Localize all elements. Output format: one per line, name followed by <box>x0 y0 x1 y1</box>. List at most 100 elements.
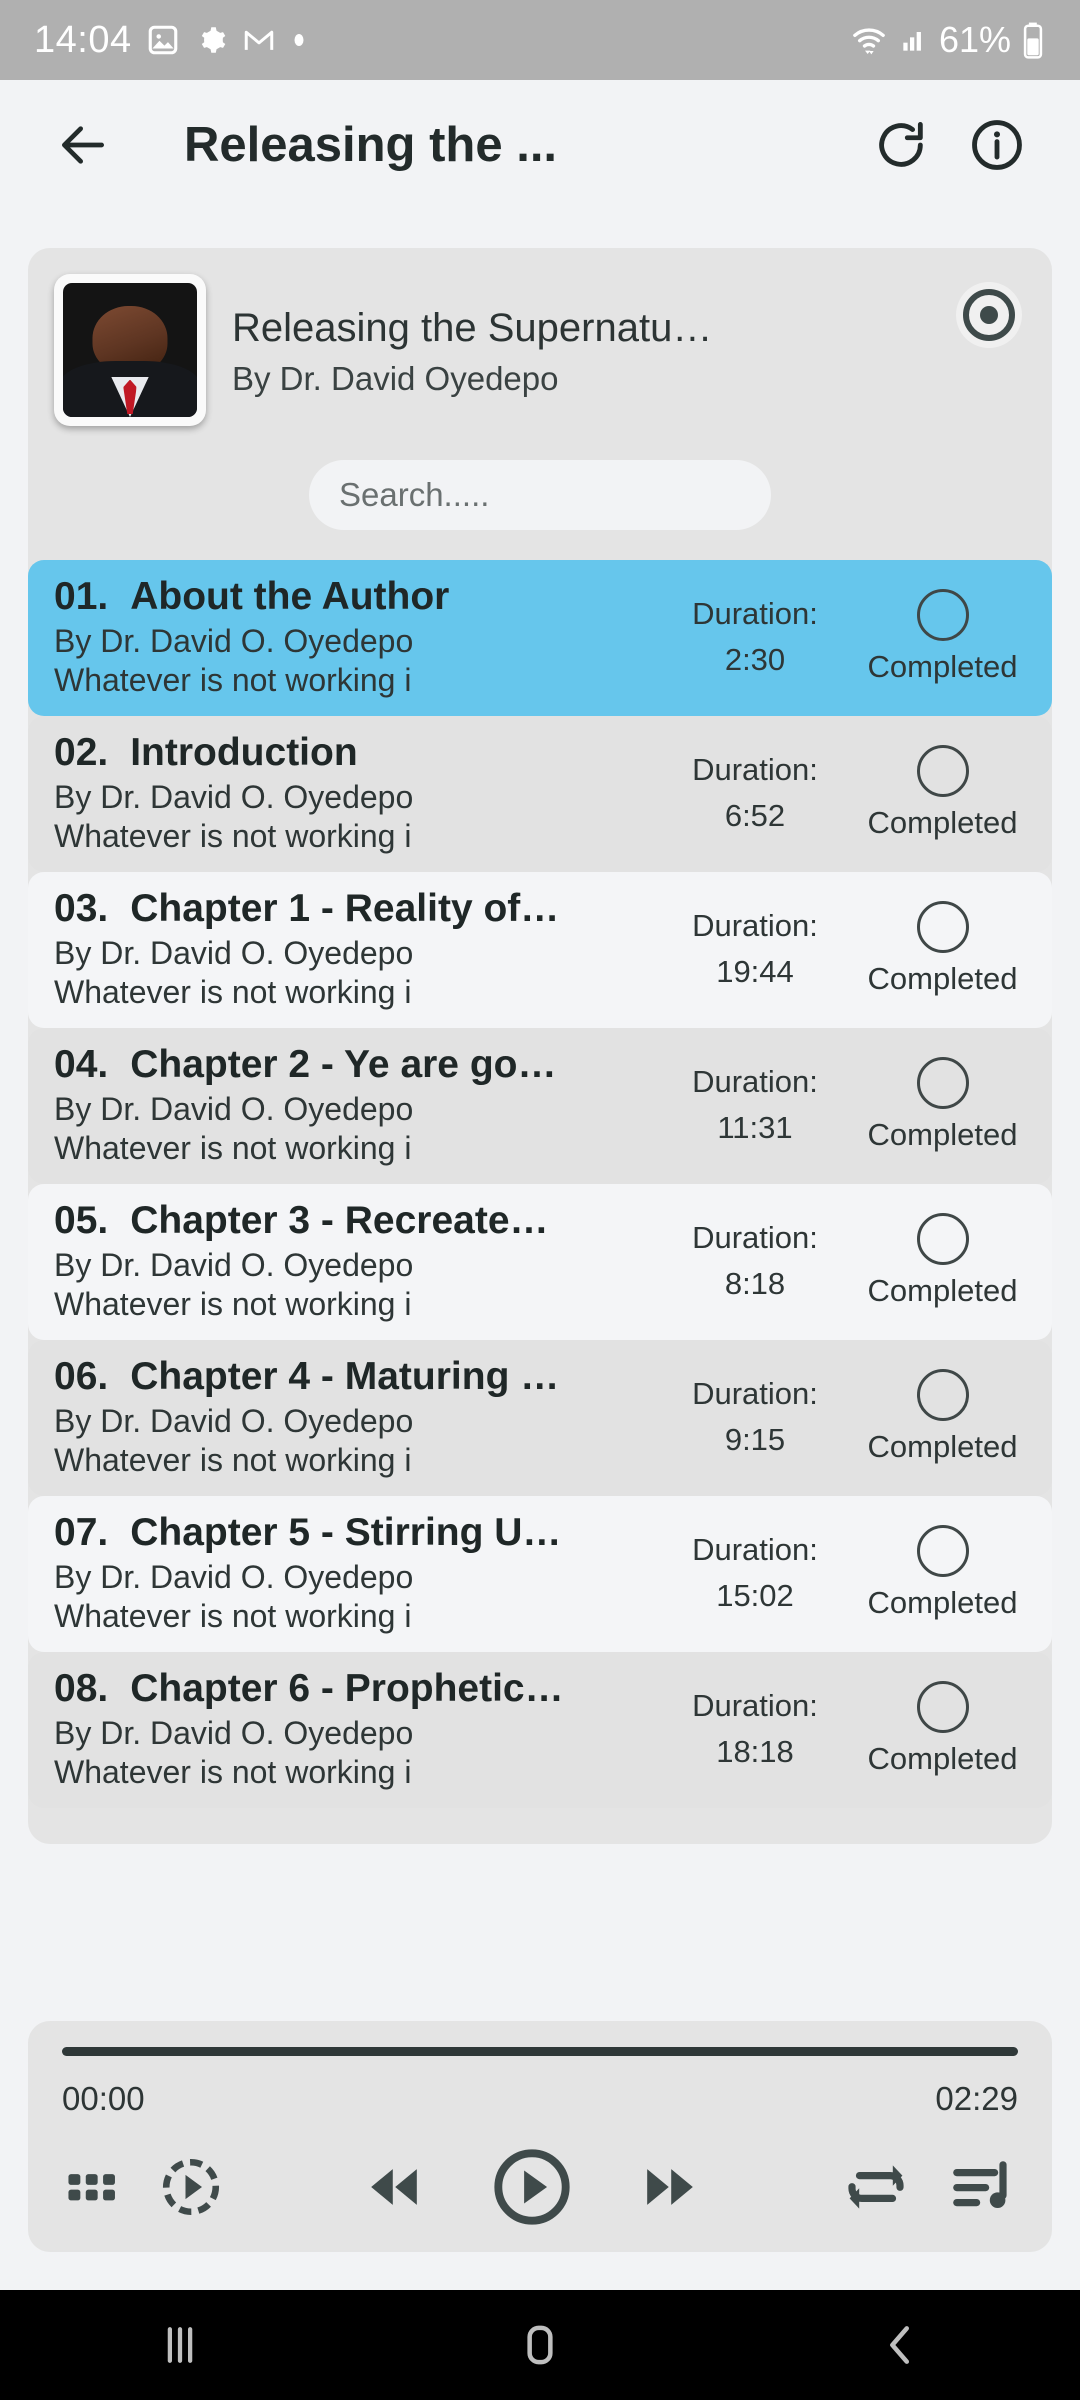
duration-label: Duration: <box>692 1687 818 1723</box>
track-row[interactable]: 08. Chapter 6 - Prophetic… By Dr. David O.… <box>28 1652 1052 1808</box>
duration-value: 8:18 <box>724 1266 786 1301</box>
duration-label: Duration: <box>692 751 818 787</box>
track-number: 04. <box>54 1043 109 1086</box>
app-bar: Releasing the ... <box>0 80 1080 210</box>
rewind-icon[interactable] <box>357 2150 431 2224</box>
track-author: By Dr. David O. Oyedepo <box>54 779 414 815</box>
duration-label: Duration: <box>692 1063 818 1099</box>
duration-label: Duration: <box>692 907 818 943</box>
track-row[interactable]: 02. Introduction By Dr. David O. Oyedepo Wh… <box>28 716 1052 872</box>
repeat-icon[interactable] <box>840 2151 912 2223</box>
track-duration: Duration: 15:02 <box>655 1510 855 1636</box>
record-dot <box>980 306 998 324</box>
record-icon[interactable] <box>956 282 1022 348</box>
player-controls <box>62 2144 1018 2230</box>
track-description: Whatever is not working i <box>54 1598 412 1634</box>
completed-checkbox[interactable] <box>916 589 969 641</box>
completed-checkbox[interactable] <box>916 1057 969 1109</box>
book-cover[interactable] <box>54 274 206 426</box>
nav-back-icon[interactable] <box>810 2290 990 2400</box>
track-row[interactable]: 06. Chapter 4 - Maturing … By Dr. David O.… <box>28 1340 1052 1496</box>
total-time: 02:29 <box>935 2080 1018 2117</box>
phone-screen: 14:04 61% Releasing the ... Releasing th… <box>0 0 1080 2400</box>
status-label: Completed <box>867 1741 1018 1776</box>
track-status: Completed <box>855 886 1030 1012</box>
status-label: Completed <box>867 1273 1018 1308</box>
system-nav-bar <box>0 2290 1080 2400</box>
queue-icon[interactable] <box>946 2151 1018 2223</box>
status-label: Completed <box>867 805 1018 840</box>
track-title-row: 08. Chapter 6 - Prophetic… <box>54 1667 655 1711</box>
status-bar: 14:04 61% <box>0 0 1080 80</box>
duration-value: 15:02 <box>716 1578 794 1613</box>
track-row[interactable]: 03. Chapter 1 - Reality of… By Dr. David O… <box>28 872 1052 1028</box>
book-info-card: Releasing the Supernatu… By Dr. David Oy… <box>28 248 1052 560</box>
track-row[interactable]: 01. About the Author By Dr. David O. Oyede… <box>28 560 1052 716</box>
player-controls-left <box>62 2154 224 2220</box>
completed-checkbox[interactable] <box>916 745 969 797</box>
track-description: Whatever is not working i <box>54 818 412 854</box>
track-name: Chapter 2 - Ye are go… <box>130 1043 557 1086</box>
home-icon[interactable] <box>450 2290 630 2400</box>
track-main: 03. Chapter 1 - Reality of… By Dr. David O… <box>54 886 655 1012</box>
gmail-icon <box>242 23 276 57</box>
track-status: Completed <box>855 1354 1030 1480</box>
search-input[interactable]: Search..... <box>309 460 771 530</box>
grid-icon[interactable] <box>62 2156 124 2218</box>
track-list[interactable]: 01. About the Author By Dr. David O. Oyede… <box>28 560 1052 1808</box>
completed-checkbox[interactable] <box>916 1213 969 1265</box>
track-name: Introduction <box>130 731 358 774</box>
info-icon[interactable] <box>954 102 1040 188</box>
track-row[interactable]: 05. Chapter 3 - Recreate… By Dr. David O. … <box>28 1184 1052 1340</box>
recents-icon[interactable] <box>90 2290 270 2400</box>
track-name: Chapter 6 - Prophetic… <box>130 1667 564 1710</box>
back-arrow-icon[interactable] <box>40 102 126 188</box>
player-times: 00:00 02:29 <box>62 2080 1018 2118</box>
photos-icon <box>146 23 180 57</box>
track-row[interactable]: 07. Chapter 5 - Stirring U… By Dr. David O… <box>28 1496 1052 1652</box>
track-duration: Duration: 9:15 <box>655 1354 855 1480</box>
track-title-row: 03. Chapter 1 - Reality of… <box>54 887 655 931</box>
status-label: Completed <box>867 961 1018 996</box>
status-label: Completed <box>867 1429 1018 1464</box>
book-cover-image <box>63 283 197 417</box>
track-main: 02. Introduction By Dr. David O. Oyedepo Wh… <box>54 730 655 856</box>
track-main: 06. Chapter 4 - Maturing … By Dr. David O.… <box>54 1354 655 1480</box>
track-duration: Duration: 2:30 <box>655 574 855 700</box>
track-number: 06. <box>54 1355 109 1398</box>
book-meta: Releasing the Supernatu… By Dr. David Oy… <box>232 274 1026 398</box>
completed-checkbox[interactable] <box>916 1525 969 1577</box>
track-name: Chapter 5 - Stirring U… <box>130 1511 562 1554</box>
completed-checkbox[interactable] <box>916 1681 969 1733</box>
status-label: Completed <box>867 649 1018 684</box>
track-description: Whatever is not working i <box>54 1754 412 1790</box>
track-main: 07. Chapter 5 - Stirring U… By Dr. David O… <box>54 1510 655 1636</box>
search-area: Search..... <box>54 426 1026 560</box>
track-duration: Duration: 6:52 <box>655 730 855 856</box>
completed-checkbox[interactable] <box>916 901 969 953</box>
duration-value: 11:31 <box>717 1110 793 1145</box>
track-duration: Duration: 11:31 <box>655 1042 855 1168</box>
elapsed-time: 00:00 <box>62 2080 145 2117</box>
track-title-row: 04. Chapter 2 - Ye are go… <box>54 1043 655 1087</box>
track-description: Whatever is not working i <box>54 1442 412 1478</box>
track-row[interactable]: 04. Chapter 2 - Ye are go… By Dr. David O.… <box>28 1028 1052 1184</box>
completed-checkbox[interactable] <box>916 1369 969 1421</box>
track-number: 02. <box>54 731 109 774</box>
track-description: Whatever is not working i <box>54 662 412 698</box>
track-number: 08. <box>54 1667 109 1710</box>
status-bar-left: 14:04 <box>34 19 308 62</box>
playback-speed-icon[interactable] <box>158 2154 224 2220</box>
track-status: Completed <box>855 1666 1030 1792</box>
track-author: By Dr. David O. Oyedepo <box>54 935 414 971</box>
page-title: Releasing the ... <box>184 118 558 172</box>
play-icon[interactable] <box>489 2144 575 2230</box>
refresh-icon[interactable] <box>858 102 944 188</box>
progress-slider[interactable] <box>62 2047 1018 2056</box>
track-name: About the Author <box>130 575 450 618</box>
book-title: Releasing the Supernatu… <box>232 306 713 350</box>
fast-forward-icon[interactable] <box>633 2150 707 2224</box>
track-title-row: 06. Chapter 4 - Maturing … <box>54 1355 655 1399</box>
track-main: 05. Chapter 3 - Recreate… By Dr. David O. … <box>54 1198 655 1324</box>
track-status: Completed <box>855 1042 1030 1168</box>
